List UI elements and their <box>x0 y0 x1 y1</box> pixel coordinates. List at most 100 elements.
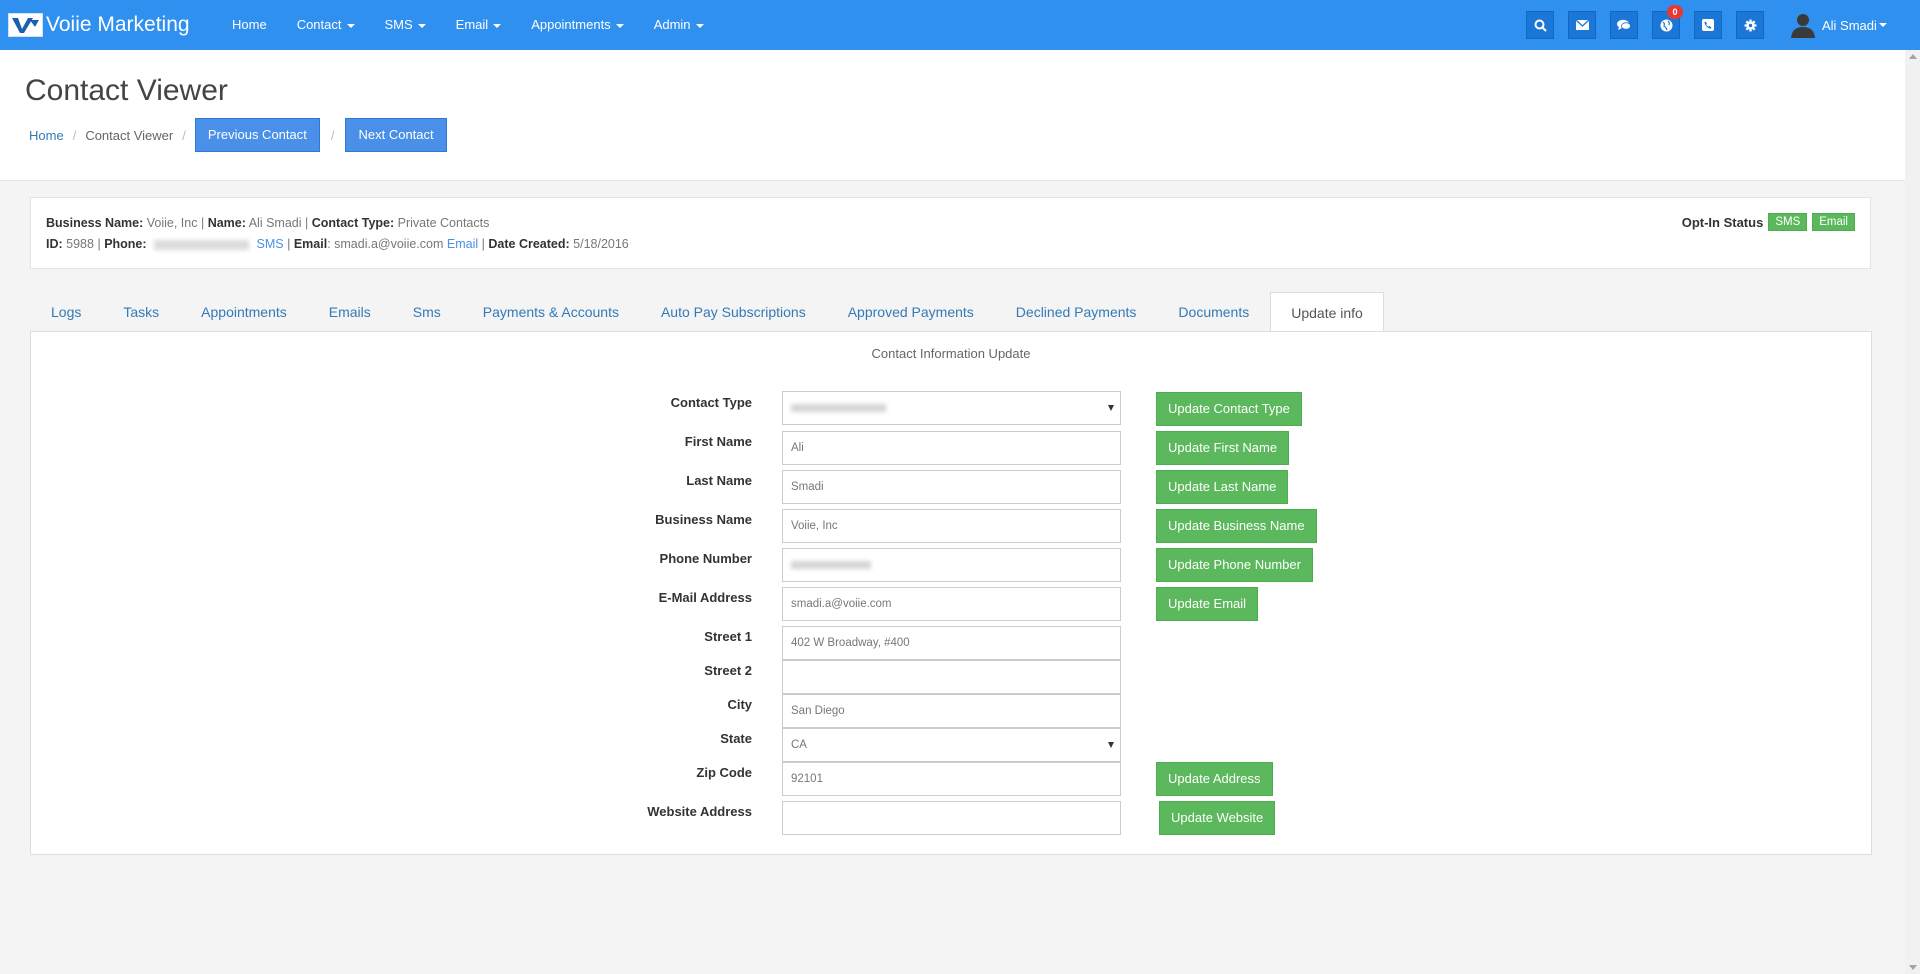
update-contact-type-button[interactable]: Update Contact Type <box>1156 392 1302 426</box>
name-label: Name: <box>207 216 246 230</box>
brand[interactable]: Voiie Marketing <box>8 10 190 40</box>
street-2-input[interactable] <box>782 660 1121 694</box>
tab-emails[interactable]: Emails <box>308 292 392 332</box>
last-name-input[interactable]: Smadi <box>782 470 1121 504</box>
user-menu[interactable]: Ali Smadi <box>1790 12 1887 38</box>
messages-button[interactable] <box>1568 11 1596 39</box>
email-value: smadi.a@voiie.com <box>334 237 444 251</box>
contact-type-select[interactable] <box>782 391 1121 425</box>
update-address-button[interactable]: Update Address <box>1156 762 1273 796</box>
scroll-down-arrow-icon[interactable] <box>1909 965 1917 970</box>
update-email-button[interactable]: Update Email <box>1156 587 1259 621</box>
city-input[interactable]: San Diego <box>782 694 1121 728</box>
nav-admin-label: Admin <box>653 17 691 32</box>
contact-tabs: Logs Tasks Appointments Emails Sms Payme… <box>30 292 1384 332</box>
tab-sms[interactable]: Sms <box>392 292 462 332</box>
state-label: State <box>720 731 752 746</box>
contact-type-value: Private Contacts <box>397 216 490 230</box>
breadcrumb-home-link[interactable]: Home <box>29 128 64 143</box>
phone-number-value-redacted <box>791 560 871 569</box>
previous-contact-button[interactable]: Previous Contact <box>194 118 320 152</box>
business-name-input[interactable]: Voiie, Inc <box>782 509 1121 543</box>
page-scrollbar[interactable] <box>1905 50 1920 974</box>
contact-summary-panel: Business Name: Voiie, Inc | Name: Ali Sm… <box>30 197 1871 269</box>
separator: | <box>97 237 101 251</box>
nav-contact[interactable]: Contact <box>282 0 370 50</box>
first-name-label: First Name <box>684 434 752 449</box>
phone-icon <box>1702 19 1714 31</box>
search-icon <box>1534 19 1547 32</box>
caret-down-icon <box>493 23 502 28</box>
update-first-name-button[interactable]: Update First Name <box>1156 431 1290 465</box>
contact-type-label: Contact Type: <box>311 216 395 230</box>
scroll-up-arrow-icon[interactable] <box>1909 54 1917 59</box>
name-value: Ali Smadi <box>248 216 302 230</box>
envelope-icon <box>1575 20 1589 30</box>
tab-auto-pay-subscriptions[interactable]: Auto Pay Subscriptions <box>640 292 827 332</box>
select-arrow-icon <box>1108 405 1114 411</box>
nav-appointments[interactable]: Appointments <box>516 0 639 50</box>
tab-update-info[interactable]: Update info <box>1270 292 1384 332</box>
nav-home[interactable]: Home <box>217 0 282 50</box>
user-name: Ali Smadi <box>1822 17 1877 33</box>
tab-payments-accounts[interactable]: Payments & Accounts <box>462 292 640 332</box>
contact-summary-line-1: Business Name: Voiie, Inc | Name: Ali Sm… <box>46 216 489 230</box>
next-contact-button[interactable]: Next Contact <box>345 118 447 152</box>
tab-approved-payments[interactable]: Approved Payments <box>827 292 995 332</box>
tab-logs[interactable]: Logs <box>30 292 102 332</box>
opt-in-label: Opt-In Status <box>1681 214 1764 230</box>
phone-button[interactable] <box>1694 11 1722 39</box>
form-title: Contact Information Update <box>871 346 1031 361</box>
contact-type-value-redacted <box>791 403 886 412</box>
first-name-input[interactable]: Ali <box>782 431 1121 465</box>
street-1-input[interactable]: 402 W Broadway, #400 <box>782 626 1121 660</box>
settings-button[interactable] <box>1736 11 1764 39</box>
separator: | <box>287 237 291 251</box>
search-button[interactable] <box>1526 11 1554 39</box>
select-arrow-icon <box>1108 742 1114 748</box>
main-menu: Home Contact SMS Email Appointments Admi… <box>217 0 719 50</box>
nav-email[interactable]: Email <box>441 0 517 50</box>
opt-in-sms-badge: SMS <box>1768 213 1808 231</box>
phone-number-input[interactable] <box>782 548 1121 582</box>
update-phone-number-button[interactable]: Update Phone Number <box>1156 548 1313 582</box>
update-website-button[interactable]: Update Website <box>1159 801 1276 835</box>
nav-sms[interactable]: SMS <box>370 0 441 50</box>
business-name-label: Business Name <box>655 512 752 527</box>
avatar <box>1791 14 1815 38</box>
chat-button[interactable] <box>1610 11 1638 39</box>
caret-down-icon <box>346 23 355 28</box>
sms-link[interactable]: SMS <box>257 237 284 251</box>
nav-admin[interactable]: Admin <box>639 0 719 50</box>
tab-tasks[interactable]: Tasks <box>102 292 180 332</box>
id-value: 5988 <box>66 237 94 251</box>
opt-in-email-badge: Email <box>1812 213 1855 231</box>
nav-contact-label: Contact <box>296 17 342 32</box>
notifications-button[interactable]: 0 <box>1652 5 1683 39</box>
date-created-value: 5/18/2016 <box>573 237 629 251</box>
top-navbar: Voiie Marketing Home Contact SMS Email A… <box>0 0 1920 50</box>
contact-type-label: Contact Type <box>670 395 752 410</box>
email-address-label: E-Mail Address <box>658 590 752 605</box>
breadcrumb-separator: / <box>182 127 186 143</box>
chat-icon <box>1617 19 1631 30</box>
city-label: City <box>727 697 752 712</box>
zip-code-input[interactable]: 92101 <box>782 762 1121 796</box>
state-select[interactable]: CA <box>782 728 1121 762</box>
update-business-name-button[interactable]: Update Business Name <box>1156 509 1317 543</box>
business-name-value: Voiie, Inc <box>146 216 198 230</box>
website-address-input[interactable] <box>782 801 1121 835</box>
update-last-name-button[interactable]: Update Last Name <box>1156 470 1289 504</box>
email-address-input[interactable]: smadi.a@voiie.com <box>782 587 1121 621</box>
nav-email-label: Email <box>455 17 489 32</box>
tab-documents[interactable]: Documents <box>1157 292 1270 332</box>
breadcrumb: Home / Contact Viewer / Previous Contact… <box>29 118 447 152</box>
phone-value-redacted <box>154 239 250 250</box>
tab-appointments[interactable]: Appointments <box>180 292 308 332</box>
email-label: Email <box>293 237 328 251</box>
street-2-label: Street 2 <box>704 663 752 678</box>
email-link[interactable]: Email <box>447 237 478 251</box>
tab-declined-payments[interactable]: Declined Payments <box>995 292 1158 332</box>
caret-down-icon <box>1878 23 1887 27</box>
street-1-label: Street 1 <box>704 629 752 644</box>
